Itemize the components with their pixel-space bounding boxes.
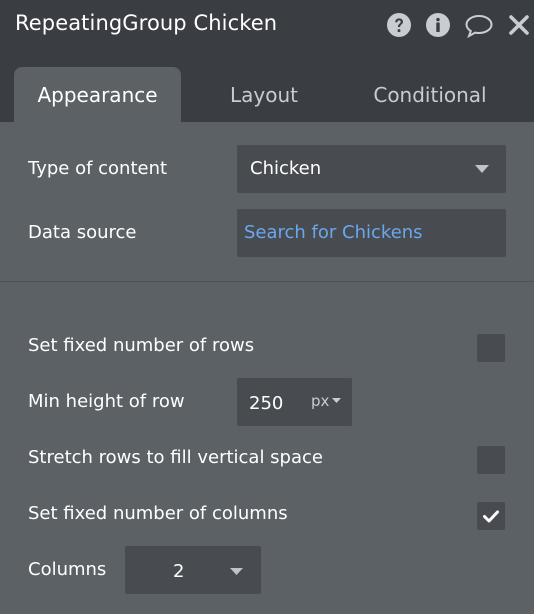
type-of-content-label: Type of content [28, 158, 168, 179]
unit-chevron-down-icon[interactable] [332, 398, 341, 403]
stretch-rows-label: Stretch rows to fill vertical space [28, 447, 323, 468]
type-of-content-dropdown[interactable]: Chicken [237, 145, 506, 193]
appearance-panel: Type of content Chicken Data source Sear… [0, 122, 534, 614]
section-divider [0, 281, 534, 282]
fixed-rows-label: Set fixed number of rows [28, 335, 255, 356]
fixed-columns-checkbox[interactable] [477, 502, 505, 530]
columns-dropdown[interactable]: 2 [125, 546, 261, 594]
unit-selector[interactable]: px [311, 392, 329, 410]
info-icon[interactable] [425, 12, 451, 38]
data-source-field[interactable]: Search for Chickens [237, 209, 506, 257]
data-source-label: Data source [28, 222, 137, 243]
close-icon[interactable] [506, 12, 532, 38]
min-height-label: Min height of row [28, 391, 185, 412]
tab-layout[interactable]: Layout [200, 67, 328, 122]
chevron-down-icon [475, 165, 489, 173]
stretch-rows-checkbox[interactable] [477, 446, 505, 474]
columns-label: Columns [28, 559, 107, 580]
type-of-content-value: Chicken [250, 158, 322, 179]
data-source-expression[interactable]: Search for Chickens [244, 222, 423, 243]
tab-appearance[interactable]: Appearance [14, 67, 181, 122]
min-height-value[interactable]: 250 [249, 393, 283, 414]
tab-conditional[interactable]: Conditional [348, 67, 512, 122]
comment-icon[interactable] [464, 12, 494, 38]
columns-chevron-down-icon [230, 568, 243, 575]
fixed-columns-label: Set fixed number of columns [28, 503, 288, 524]
columns-value: 2 [173, 561, 185, 582]
element-title[interactable]: RepeatingGroup Chicken [15, 11, 277, 35]
min-height-input[interactable]: 250 px [237, 378, 352, 426]
tab-bar: Appearance Layout Conditional [0, 56, 534, 122]
property-editor-header: RepeatingGroup Chicken [0, 0, 534, 56]
checkmark-icon [483, 510, 499, 522]
fixed-rows-checkbox[interactable] [477, 334, 505, 362]
help-icon[interactable] [386, 12, 412, 38]
